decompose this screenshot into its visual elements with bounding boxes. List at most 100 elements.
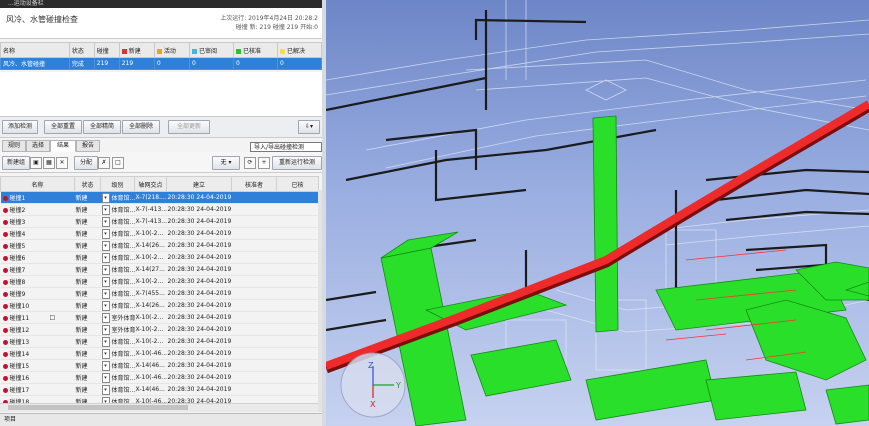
chevron-down-icon[interactable]: ▾: [101, 324, 110, 335]
status-dropdown-cell[interactable]: ▾: [100, 371, 111, 384]
status-dropdown-cell[interactable]: ▾: [100, 275, 111, 288]
clash-row[interactable]: 碰撞14 新建 ▾ 体育馆... X-10(-46... 20:28:30 24-04-2…: [0, 347, 319, 360]
chevron-down-icon[interactable]: ▾: [101, 348, 110, 359]
summary-col-6[interactable]: 已核准: [233, 42, 278, 58]
summary-col-7[interactable]: 已解决: [276, 42, 323, 58]
add-icon[interactable]: +: [258, 157, 270, 169]
chevron-down-icon[interactable]: ▾: [101, 276, 110, 287]
model-3d-viewport[interactable]: Z Y X: [326, 0, 869, 426]
tab-select[interactable]: 选择: [26, 140, 50, 152]
assign-button[interactable]: 分配: [74, 156, 98, 170]
clash-row[interactable]: 碰撞2 新建 ▾ 体育馆... X-7(-413... 20:28:30 24-04-20…: [0, 203, 319, 216]
grid-col-header[interactable]: 名称: [0, 176, 76, 192]
clash-row[interactable]: 碰撞17 新建 ▾ 体育馆... X-14(46... 20:28:30 24-04-20…: [0, 383, 319, 396]
status-dropdown-cell[interactable]: ▾: [100, 215, 111, 228]
delete-all-button[interactable]: 全部删除: [122, 120, 160, 134]
import-export-button[interactable]: ⇩▾: [298, 120, 320, 134]
clash-row[interactable]: 碰撞4 新建 ▾ 体育馆... X-10(-2... 20:28:30 24-04-201…: [0, 227, 319, 240]
reset-all-button[interactable]: 全部重置: [44, 120, 82, 134]
group-icon[interactable]: ▣: [30, 157, 42, 169]
view-cube[interactable]: Z Y X: [340, 352, 406, 418]
summary-col-2[interactable]: 碰撞: [93, 42, 120, 58]
tab-report[interactable]: 报告: [76, 140, 100, 152]
clash-row[interactable]: 碰撞13 新建 ▾ 体育馆... X-10(-2... 20:28:30 24-04-20…: [0, 335, 319, 348]
compact-all-button[interactable]: 全部精简: [83, 120, 121, 134]
test-row[interactable]: 风冷、水管碰撞 完成 219 219 0 0 0 0: [0, 57, 323, 70]
clash-row[interactable]: 碰撞11 □ 新建▾室外体育...X-10(-2...20:28:30 24-04-…: [0, 311, 319, 324]
none-dropdown[interactable]: 无 ▾: [212, 156, 240, 170]
status-dropdown-cell[interactable]: ▾: [100, 203, 111, 216]
grid-col-header[interactable]: 核准者: [231, 176, 278, 192]
status-dropdown-cell[interactable]: ▾: [100, 323, 111, 336]
summary-col-5[interactable]: 已审阅: [189, 42, 235, 58]
unassign-icon[interactable]: ✗: [98, 157, 110, 169]
chevron-down-icon[interactable]: ▾: [101, 372, 110, 383]
chevron-down-icon[interactable]: ▾: [101, 252, 110, 263]
chevron-down-icon[interactable]: ▾: [101, 204, 110, 215]
clash-row[interactable]: 碰撞5 新建 ▾ 体育馆... X-14(26... 20:28:30 24-04-201…: [0, 239, 319, 252]
grid-col-header[interactable]: 级别: [100, 176, 136, 192]
tab-rules[interactable]: 规则: [2, 140, 26, 152]
status-dropdown-cell[interactable]: ▾: [100, 251, 111, 264]
approved-cell: [276, 239, 319, 252]
update-all-button[interactable]: 全部更新: [168, 120, 210, 134]
chevron-down-icon[interactable]: ▾: [101, 312, 110, 323]
status-dropdown-cell[interactable]: ▾: [100, 359, 111, 372]
status-dropdown-cell[interactable]: ▾: [100, 263, 111, 276]
status-dropdown-cell[interactable]: ▾: [100, 347, 111, 360]
created-cell: 20:28:30 24-04-2019: [166, 347, 232, 360]
chevron-down-icon[interactable]: ▾: [101, 300, 110, 311]
status-dropdown-cell[interactable]: ▾: [100, 335, 111, 348]
ungroup-icon[interactable]: ▦: [43, 157, 55, 169]
grid-col-header[interactable]: 状态: [74, 176, 102, 192]
status-dropdown-cell[interactable]: ▾: [100, 239, 111, 252]
model-scene[interactable]: Z Y X: [326, 0, 869, 426]
summary-col-1[interactable]: 状态: [68, 42, 95, 58]
chevron-down-icon[interactable]: ▾: [101, 192, 110, 203]
status-dropdown-cell[interactable]: ▾: [100, 299, 111, 312]
chevron-down-icon[interactable]: ▾: [101, 360, 110, 371]
clash-row[interactable]: 碰撞12 新建▾室外体育...X-10(-2...20:28:30 24-04-2…: [0, 323, 319, 336]
refresh-icon[interactable]: ⟳: [244, 157, 256, 169]
chevron-down-icon[interactable]: ▾: [101, 264, 110, 275]
grid-col-header[interactable]: 建立: [166, 176, 233, 192]
grid-horizontal-scrollbar[interactable]: [0, 403, 318, 412]
clash-row[interactable]: 碰撞7 新建 ▾ 体育馆... X-14(27... 20:28:30 24-04-201…: [0, 263, 319, 276]
status-cell: 新建: [74, 323, 101, 336]
comment-icon[interactable]: □: [112, 157, 124, 169]
chevron-down-icon[interactable]: ▾: [101, 228, 110, 239]
tab-results[interactable]: 结果: [50, 140, 76, 152]
status-dropdown-cell[interactable]: ▾: [100, 311, 111, 324]
chevron-down-icon[interactable]: ▾: [101, 384, 110, 395]
chevron-down-icon[interactable]: ▾: [101, 336, 110, 347]
created-cell: 20:28:30 24-04-2019: [166, 299, 232, 312]
summary-col-0[interactable]: 名称: [0, 42, 70, 58]
add-test-button[interactable]: 添加检测: [2, 120, 38, 134]
clash-row[interactable]: 碰撞6 新建 ▾ 体育馆... X-10(-2... 20:28:30 24-04-201…: [0, 251, 319, 264]
chevron-down-icon[interactable]: ▾: [101, 288, 110, 299]
chevron-down-icon[interactable]: ▾: [101, 240, 110, 251]
import-export-tooltip: 导入/导出碰撞检测: [250, 142, 322, 152]
status-dropdown-cell[interactable]: ▾: [100, 287, 111, 300]
new-group-button[interactable]: 新建组: [2, 156, 30, 170]
delete-x-icon[interactable]: ✕: [56, 157, 68, 169]
status-dropdown-cell[interactable]: ▾: [100, 383, 111, 396]
comment-cell: [48, 323, 75, 336]
scrollbar-thumb[interactable]: [8, 405, 188, 410]
clash-row[interactable]: 碰撞3 新建 ▾ 体育馆... X-7(-413... 20:28:30 24-04-20…: [0, 215, 319, 228]
comment-icon[interactable]: □: [50, 314, 56, 321]
clash-row[interactable]: 碰撞10 新建 ▾ 体育馆... X-14(26... 20:28:30 24-04-20…: [0, 299, 319, 312]
clash-row[interactable]: 碰撞8 新建 ▾ 体育馆... X-10(-2... 20:28:30 24-04-201…: [0, 275, 319, 288]
grid-col-header[interactable]: 轴网交点: [134, 176, 168, 192]
clash-row[interactable]: 碰撞16 新建 ▾ 体育馆... X-10(-46... 20:28:30 24-04-2…: [0, 371, 319, 384]
clash-row[interactable]: 碰撞1 新建 ▾ 体育馆... X-7(218.... 20:28:30 24-04-20…: [0, 191, 319, 204]
rerun-test-button[interactable]: 重新运行检测: [272, 156, 322, 170]
chevron-down-icon[interactable]: ▾: [101, 216, 110, 227]
clash-row[interactable]: 碰撞15 新建 ▾ 体育馆... X-14(46... 20:28:30 24-04-20…: [0, 359, 319, 372]
summary-col-4[interactable]: 活动: [153, 42, 191, 58]
clash-row[interactable]: 碰撞9 新建 ▾ 体育馆... X-7(455... 20:28:30 24-04-201…: [0, 287, 319, 300]
status-dropdown-cell[interactable]: ▾: [100, 227, 111, 240]
status-dropdown-cell[interactable]: ▾: [100, 191, 111, 204]
summary-col-3[interactable]: 新建: [118, 42, 155, 58]
grid-col-header[interactable]: 已核: [276, 176, 320, 192]
